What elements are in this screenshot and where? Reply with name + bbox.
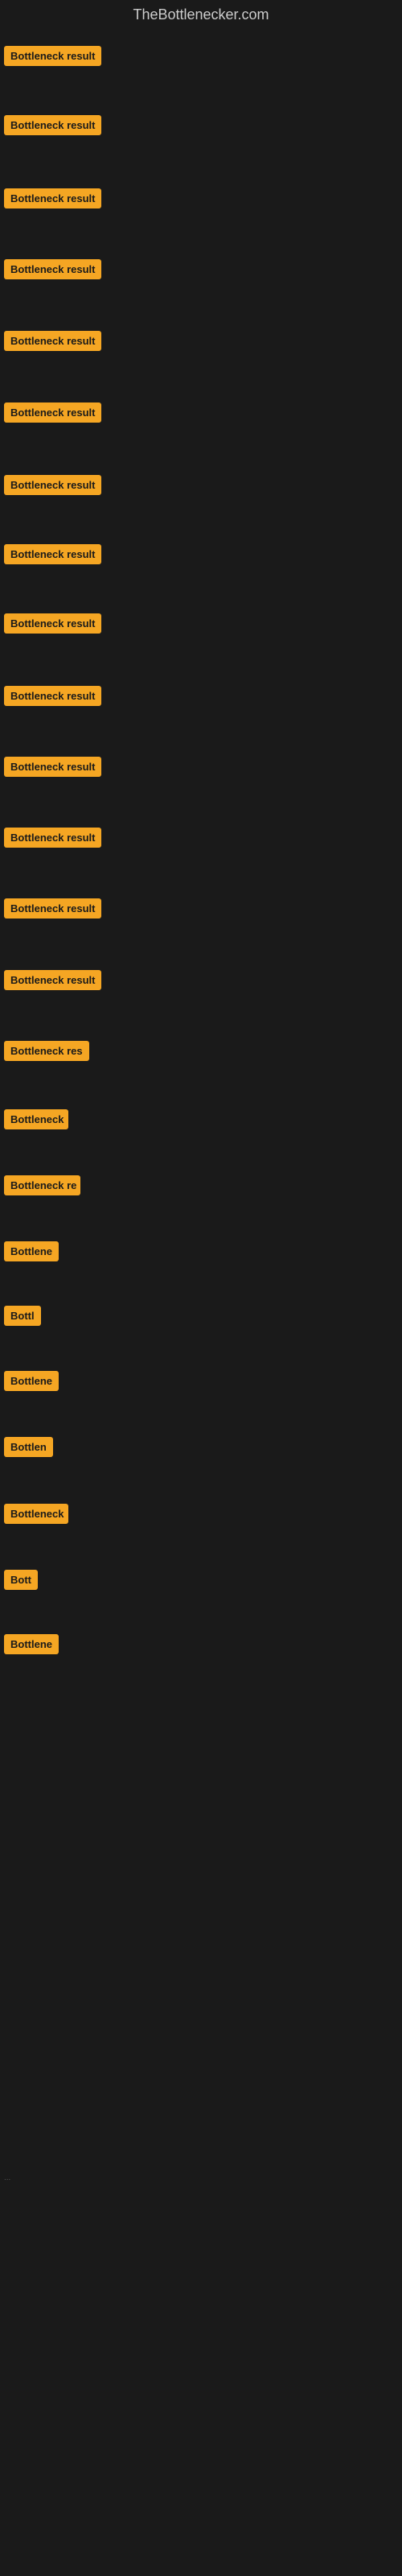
bottleneck-item-2: Bottleneck result: [4, 115, 101, 139]
bottleneck-badge-15[interactable]: Bottleneck res: [4, 1041, 89, 1061]
bottleneck-item-11: Bottleneck result: [4, 757, 101, 781]
bottleneck-badge-9[interactable]: Bottleneck result: [4, 613, 101, 634]
bottleneck-badge-7[interactable]: Bottleneck result: [4, 475, 101, 495]
bottleneck-item-24: Bottlene: [4, 1634, 59, 1658]
bottleneck-item-13: Bottleneck result: [4, 898, 101, 923]
bottleneck-item-19: Bottl: [4, 1306, 41, 1330]
bottleneck-badge-11[interactable]: Bottleneck result: [4, 757, 101, 777]
bottleneck-badge-22[interactable]: Bottleneck: [4, 1504, 68, 1524]
bottleneck-item-7: Bottleneck result: [4, 475, 101, 499]
bottleneck-badge-1[interactable]: Bottleneck result: [4, 46, 101, 66]
bottleneck-item-16: Bottleneck: [4, 1109, 68, 1133]
bottleneck-badge-24[interactable]: Bottlene: [4, 1634, 59, 1654]
bottom-section: ...: [4, 2174, 10, 2186]
bottleneck-badge-20[interactable]: Bottlene: [4, 1371, 59, 1391]
bottleneck-badge-19[interactable]: Bottl: [4, 1306, 41, 1326]
bottleneck-badge-4[interactable]: Bottleneck result: [4, 259, 101, 279]
site-title: TheBottlenecker.com: [0, 0, 402, 33]
bottleneck-item-12: Bottleneck result: [4, 828, 101, 852]
bottleneck-badge-2[interactable]: Bottleneck result: [4, 115, 101, 135]
bottleneck-item-8: Bottleneck result: [4, 544, 101, 568]
bottleneck-badge-8[interactable]: Bottleneck result: [4, 544, 101, 564]
page-wrapper: TheBottlenecker.com ... Bottleneck resul…: [0, 0, 402, 2576]
bottleneck-badge-12[interactable]: Bottleneck result: [4, 828, 101, 848]
bottleneck-badge-13[interactable]: Bottleneck result: [4, 898, 101, 919]
bottleneck-badge-18[interactable]: Bottlene: [4, 1241, 59, 1261]
bottleneck-item-4: Bottleneck result: [4, 259, 101, 283]
bottleneck-badge-21[interactable]: Bottlen: [4, 1437, 53, 1457]
bottleneck-badge-10[interactable]: Bottleneck result: [4, 686, 101, 706]
bottleneck-item-23: Bott: [4, 1570, 38, 1594]
bottleneck-item-15: Bottleneck res: [4, 1041, 89, 1065]
bottleneck-badge-17[interactable]: Bottleneck re: [4, 1175, 80, 1195]
bottleneck-badge-23[interactable]: Bott: [4, 1570, 38, 1590]
bottleneck-item-10: Bottleneck result: [4, 686, 101, 710]
bottleneck-item-21: Bottlen: [4, 1437, 53, 1461]
bottleneck-item-20: Bottlene: [4, 1371, 59, 1395]
bottleneck-item-17: Bottleneck re: [4, 1175, 80, 1199]
bottleneck-badge-6[interactable]: Bottleneck result: [4, 402, 101, 423]
bottom-dot: ...: [4, 2174, 10, 2182]
bottleneck-item-9: Bottleneck result: [4, 613, 101, 638]
bottleneck-item-6: Bottleneck result: [4, 402, 101, 427]
bottleneck-item-1: Bottleneck result: [4, 46, 101, 70]
bottleneck-item-22: Bottleneck: [4, 1504, 68, 1528]
bottleneck-badge-5[interactable]: Bottleneck result: [4, 331, 101, 351]
bottleneck-item-5: Bottleneck result: [4, 331, 101, 355]
bottleneck-item-18: Bottlene: [4, 1241, 59, 1265]
bottleneck-item-14: Bottleneck result: [4, 970, 101, 994]
bottleneck-badge-14[interactable]: Bottleneck result: [4, 970, 101, 990]
bottleneck-badge-16[interactable]: Bottleneck: [4, 1109, 68, 1129]
bottleneck-item-3: Bottleneck result: [4, 188, 101, 213]
bottleneck-badge-3[interactable]: Bottleneck result: [4, 188, 101, 208]
